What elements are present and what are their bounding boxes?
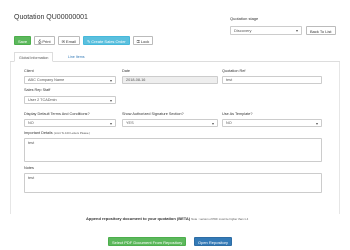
email-icon: ✉ bbox=[61, 39, 65, 44]
client-label: Client bbox=[24, 69, 34, 73]
display-terms-label: Display Default Terms And Conditions? bbox=[24, 112, 90, 116]
chevron-down-icon: ▾ bbox=[109, 121, 112, 126]
chevron-down-icon: ▾ bbox=[295, 28, 298, 33]
important-details-label: Important Details bbox=[24, 131, 53, 135]
stage-label: Quotation stage bbox=[230, 16, 259, 21]
use-template-value: NO bbox=[226, 121, 232, 125]
toolbar: Save ⎙Print ✉Email ✎Create Sales Order ⚿… bbox=[14, 36, 154, 45]
edit-icon: ✎ bbox=[86, 39, 91, 44]
date-input[interactable]: 2018-08-16 bbox=[122, 76, 218, 84]
client-value: ABC Company Name bbox=[28, 78, 65, 82]
notes-textarea[interactable]: test bbox=[24, 173, 322, 193]
lock-button[interactable]: ⚿Lock bbox=[132, 36, 154, 45]
sales-rep-label: Sales Rep Staff bbox=[24, 88, 51, 92]
append-repository-row: Append repository document to your quota… bbox=[86, 216, 248, 221]
append-repository-text: Append repository document to your quota… bbox=[86, 216, 191, 221]
use-template-select[interactable]: NO ▾ bbox=[222, 119, 322, 127]
print-icon: ⎙ bbox=[38, 39, 42, 44]
show-signature-value: YES bbox=[126, 121, 134, 125]
chevron-down-icon: ▾ bbox=[109, 98, 112, 103]
stage-select[interactable]: Discovery ▾ bbox=[230, 26, 302, 35]
tab-bar: Global Information Line Items bbox=[10, 52, 340, 62]
quotation-ref-label: Quotation Ref bbox=[222, 69, 246, 73]
use-template-label: Use As Template? bbox=[222, 112, 253, 116]
chevron-down-icon: ▾ bbox=[211, 121, 214, 126]
chevron-down-icon: ▾ bbox=[109, 78, 112, 83]
page-title: Quotation QU00000001 bbox=[14, 14, 88, 21]
print-label: Print bbox=[42, 39, 51, 44]
email-button[interactable]: ✉Email bbox=[57, 36, 80, 45]
create-order-label: Create Sales Order bbox=[91, 39, 126, 44]
important-details-textarea[interactable]: test bbox=[24, 138, 322, 162]
sales-rep-select[interactable]: User 2 TCADmin ▾ bbox=[24, 96, 116, 104]
back-to-list-button[interactable]: Back To List bbox=[306, 26, 336, 35]
client-select[interactable]: ABC Company Name ▾ bbox=[24, 76, 116, 84]
save-button[interactable]: Save bbox=[14, 36, 32, 45]
important-details-hint: (Limit To 100 Letters Please.) bbox=[53, 131, 91, 135]
sales-rep-value: User 2 TCADmin bbox=[28, 98, 57, 102]
print-button[interactable]: ⎙Print bbox=[34, 36, 55, 45]
show-signature-label: Show Authorized Signature Section? bbox=[122, 112, 184, 116]
important-details-label-row: Important Details (Limit To 100 Letters … bbox=[24, 131, 90, 135]
date-label: Date bbox=[122, 69, 131, 73]
select-pdf-button[interactable]: Select PDF Document From Repository bbox=[108, 237, 187, 246]
tab-line-items[interactable]: Line Items bbox=[64, 52, 89, 62]
append-repository-note: Note : version of PDF must be higher tha… bbox=[191, 217, 249, 221]
quotation-ref-input[interactable]: test bbox=[222, 76, 322, 84]
display-terms-select[interactable]: NO ▾ bbox=[24, 119, 116, 127]
create-sales-order-button[interactable]: ✎Create Sales Order bbox=[82, 36, 130, 45]
show-signature-select[interactable]: YES ▾ bbox=[122, 119, 218, 127]
open-repository-button[interactable]: Open Repository bbox=[194, 237, 233, 246]
stage-value: Discovery bbox=[234, 28, 252, 33]
notes-label: Notes bbox=[24, 166, 34, 170]
email-label: Email bbox=[65, 39, 76, 44]
tab-global-information[interactable]: Global Information bbox=[14, 52, 54, 62]
display-terms-value: NO bbox=[28, 121, 34, 125]
lock-icon: ⚿ bbox=[136, 39, 140, 44]
lock-label: Lock bbox=[140, 39, 150, 44]
chevron-down-icon: ▾ bbox=[315, 121, 318, 126]
